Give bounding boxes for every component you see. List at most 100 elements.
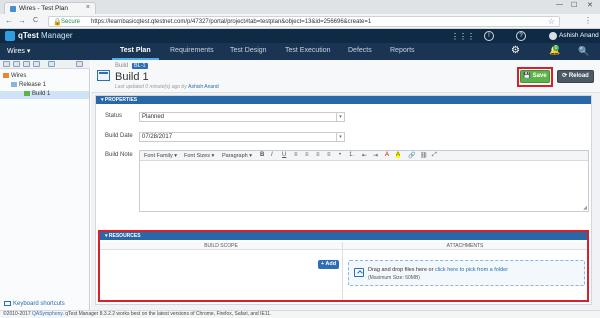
- tab-test-plan[interactable]: Test Plan: [112, 47, 159, 60]
- unlink-icon[interactable]: ⛓: [420, 152, 428, 159]
- browser-tab[interactable]: Wires - Test Plan ×: [4, 2, 96, 14]
- build-icon: [97, 70, 110, 81]
- resources-header[interactable]: ▾ RESOURCES: [100, 232, 587, 240]
- build-icon: [24, 91, 30, 96]
- avatar[interactable]: [549, 32, 557, 40]
- bookmark-star-icon[interactable]: ☆: [548, 17, 555, 26]
- pick-folder-link[interactable]: click here to pick from a folder: [435, 267, 508, 273]
- forward-icon[interactable]: →: [18, 16, 26, 25]
- collapse-icon[interactable]: [76, 61, 83, 67]
- release-icon: [11, 82, 17, 87]
- back-icon[interactable]: ←: [5, 16, 13, 25]
- underline-icon[interactable]: U: [282, 152, 286, 158]
- keyboard-shortcuts-link[interactable]: Keyboard shortcuts: [4, 301, 65, 307]
- last-updated-text: Last updated 0 minute(s) ago by: [115, 84, 187, 90]
- outdent-icon[interactable]: ⇤: [362, 152, 367, 159]
- minimize-icon[interactable]: —: [556, 1, 563, 8]
- tree-item-release[interactable]: Release 1: [11, 82, 46, 88]
- build-note-editor[interactable]: Font Family ▾ Font Sizes ▾ Paragraph ▾ B…: [139, 150, 589, 212]
- highlight-color-icon[interactable]: A: [396, 152, 401, 158]
- align-justify-icon[interactable]: ≡: [327, 152, 331, 158]
- build-scope-header: BUILD SCOPE: [100, 242, 342, 250]
- maximize-icon[interactable]: ☐: [571, 1, 577, 9]
- editor-toolbar: Font Family ▾ Font Sizes ▾ Paragraph ▾ B…: [140, 151, 588, 161]
- reload-label: Reload: [568, 73, 589, 79]
- tab-test-design[interactable]: Test Design: [230, 47, 267, 54]
- app-logo: qTest: [18, 31, 39, 40]
- build-title-bar: Build BL-1 Build 1 Last updated 0 minute…: [91, 60, 600, 93]
- text-color-icon[interactable]: A: [385, 152, 389, 158]
- align-right-icon[interactable]: ≡: [316, 152, 320, 158]
- max-size-note: (Maximum Size: 50MB): [368, 275, 420, 281]
- refresh-icon[interactable]: C: [33, 17, 38, 24]
- attachments-header: ATTACHMENTS: [343, 242, 587, 250]
- resize-handle-icon[interactable]: ◢: [583, 205, 587, 211]
- numbered-list-icon[interactable]: 1.: [349, 152, 354, 158]
- main-area: Build BL-1 Build 1 Last updated 0 minute…: [91, 60, 600, 310]
- address-input[interactable]: 🔒 Secure https://learnbasicqtest.qtestne…: [48, 16, 560, 27]
- tree-toolbar: [0, 60, 90, 69]
- status-select[interactable]: Planned ▾: [139, 112, 345, 122]
- new-item-icon[interactable]: [13, 61, 20, 67]
- user-name[interactable]: Ashish Anand: [559, 32, 599, 39]
- font-family-select[interactable]: Font Family ▾: [144, 153, 177, 159]
- link-icon[interactable]: 🔗: [408, 152, 415, 159]
- tab-favicon-icon: [10, 6, 16, 12]
- app-header: qTest Manager ⋮⋮⋮ ! ? Ashish Anand: [0, 29, 600, 43]
- object-id-badge: BL-1: [132, 63, 148, 69]
- notification-badge: 0: [553, 45, 559, 51]
- help-icon[interactable]: ?: [516, 31, 526, 41]
- delete-icon[interactable]: [23, 61, 30, 67]
- font-sizes-select[interactable]: Font Sizes ▾: [184, 153, 214, 159]
- save-button[interactable]: 💾 Save: [520, 70, 550, 83]
- fullscreen-icon[interactable]: ⤢: [432, 152, 437, 159]
- tab-close-icon[interactable]: ×: [86, 4, 90, 11]
- tree-item-build[interactable]: Build 1: [0, 91, 89, 99]
- browser-menu-icon[interactable]: ⋮: [584, 16, 592, 25]
- refresh-tree-icon[interactable]: [33, 61, 40, 67]
- bullet-list-icon[interactable]: •: [339, 152, 341, 158]
- window-close-icon[interactable]: ✕: [587, 1, 593, 9]
- align-center-icon[interactable]: ≡: [305, 152, 309, 158]
- tree-item-label: Wires: [11, 73, 27, 79]
- qtest-logo-icon: [5, 31, 15, 41]
- new-folder-icon[interactable]: [3, 61, 10, 67]
- gear-icon[interactable]: ⚙: [511, 45, 520, 56]
- main-nav: Wires ▾ Test Plan Requirements Test Desi…: [0, 43, 600, 60]
- calendar-icon[interactable]: ▾: [336, 133, 344, 141]
- info-icon[interactable]: !: [484, 31, 494, 41]
- project-icon: [3, 73, 9, 78]
- tab-defects[interactable]: Defects: [348, 47, 372, 54]
- status-label: Status: [105, 113, 123, 119]
- align-left-icon[interactable]: ≡: [294, 152, 298, 158]
- tab-requirements[interactable]: Requirements: [170, 47, 214, 54]
- updated-by-link[interactable]: Ashish Anand: [188, 84, 219, 90]
- paragraph-select[interactable]: Paragraph ▾: [222, 153, 252, 159]
- tree-item-label: Release 1: [19, 82, 47, 88]
- italic-icon[interactable]: I: [271, 152, 273, 158]
- page-title[interactable]: Build 1: [115, 71, 149, 83]
- keyboard-shortcuts-label: Keyboard shortcuts: [13, 301, 65, 307]
- bold-icon[interactable]: B: [260, 152, 264, 158]
- add-scope-button[interactable]: + Add: [318, 260, 339, 269]
- address-bar-row: ← → C 🔒 Secure https://learnbasicqtest.q…: [0, 14, 600, 29]
- company-link[interactable]: QASymphony: [32, 311, 62, 317]
- tree-item-wires[interactable]: Wires: [3, 73, 26, 79]
- tab-test-execution[interactable]: Test Execution: [285, 47, 331, 54]
- apps-grid-icon[interactable]: ⋮⋮⋮: [451, 32, 475, 41]
- upload-icon: [354, 268, 364, 277]
- tab-title: Wires - Test Plan: [19, 5, 69, 12]
- reload-button[interactable]: ⟳ Reload: [557, 70, 594, 83]
- indent-icon[interactable]: ⇥: [373, 152, 378, 159]
- app-logo-suffix: Manager: [41, 31, 73, 40]
- filter-icon[interactable]: [48, 61, 55, 67]
- tab-reports[interactable]: Reports: [390, 47, 415, 54]
- attachment-dropzone[interactable]: Drag and drop files here or click here t…: [348, 260, 585, 286]
- save-label: Save: [532, 73, 547, 79]
- project-selector[interactable]: Wires ▾: [7, 47, 30, 55]
- chevron-down-icon: ▾: [336, 113, 344, 121]
- search-icon[interactable]: 🔍: [578, 46, 589, 57]
- properties-header[interactable]: ▾ PROPERTIES: [96, 96, 591, 104]
- build-date-field[interactable]: 07/28/2017 ▾: [139, 132, 345, 142]
- build-note-label: Build Note: [105, 152, 133, 158]
